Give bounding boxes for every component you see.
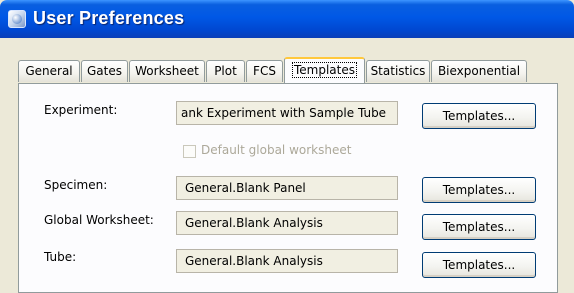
tab-general[interactable]: General xyxy=(18,60,80,82)
tab-worksheet[interactable]: Worksheet xyxy=(129,60,205,82)
default-global-worksheet-checkbox[interactable] xyxy=(183,145,196,158)
global-worksheet-field[interactable]: General.Blank Analysis xyxy=(176,211,398,235)
global-worksheet-label: Global Worksheet: xyxy=(44,213,154,227)
global-worksheet-templates-button[interactable]: Templates... xyxy=(422,214,536,240)
specimen-label: Specimen: xyxy=(44,178,108,192)
tab-statistics[interactable]: Statistics xyxy=(366,60,430,82)
experiment-field[interactable]: ank Experiment with Sample Tube xyxy=(176,101,398,125)
specimen-field[interactable]: General.Blank Panel xyxy=(176,176,398,200)
experiment-templates-button[interactable]: Templates... xyxy=(422,103,536,129)
tab-gates[interactable]: Gates xyxy=(81,60,128,82)
default-global-worksheet-label: Default global worksheet xyxy=(201,143,352,157)
tube-label: Tube: xyxy=(44,250,77,264)
specimen-templates-button[interactable]: Templates... xyxy=(422,177,536,203)
tube-templates-button[interactable]: Templates... xyxy=(422,252,536,278)
tab-biexponential[interactable]: Biexponential xyxy=(431,60,527,82)
tab-templates[interactable]: Templates xyxy=(284,57,365,83)
experiment-label: Experiment: xyxy=(44,103,118,117)
tab-fcs[interactable]: FCS xyxy=(246,60,283,82)
title-bar[interactable]: User Preferences xyxy=(0,0,574,38)
app-icon xyxy=(8,10,26,28)
tube-field[interactable]: General.Blank Analysis xyxy=(176,249,398,273)
window-title: User Preferences xyxy=(33,8,185,28)
tab-plot[interactable]: Plot xyxy=(206,60,245,82)
